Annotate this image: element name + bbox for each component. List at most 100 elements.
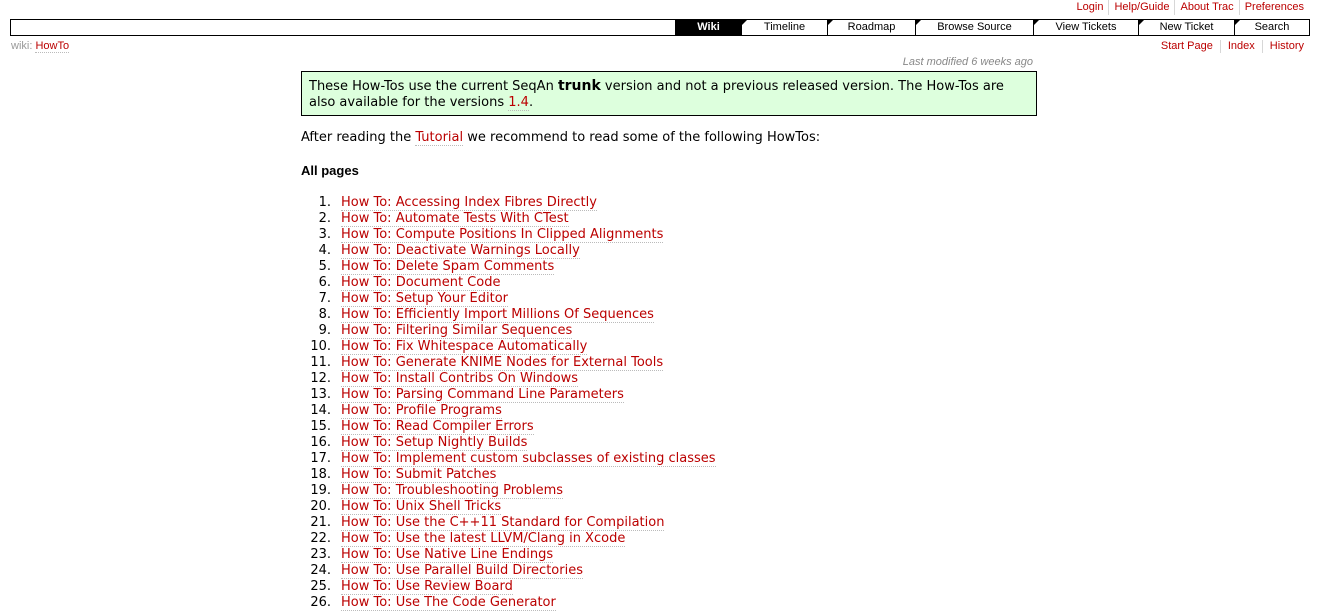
list-item-number: 11. xyxy=(310,355,331,370)
howto-link[interactable]: How To: Implement custom subclasses of e… xyxy=(341,451,716,467)
about-trac-link[interactable]: About Trac xyxy=(1174,0,1238,15)
list-item: 11. How To: Generate KNIME Nodes for Exte… xyxy=(301,355,716,371)
howto-link[interactable]: How To: Setup Your Editor xyxy=(341,291,509,307)
list-item-number: 8. xyxy=(318,307,331,322)
howto-link[interactable]: How To: Deactivate Warnings Locally xyxy=(341,243,580,259)
list-item-number: 23. xyxy=(310,547,331,562)
howto-link[interactable]: How To: Automate Tests With CTest xyxy=(341,211,569,227)
tab-roadmap[interactable]: Roadmap xyxy=(827,20,915,35)
list-item: 22. How To: Use the latest LLVM/Clang in … xyxy=(301,531,716,547)
list-item-number: 10. xyxy=(310,339,331,354)
main-navigation: Wiki Timeline Roadmap Browse Source View Tic… xyxy=(10,19,1310,36)
list-item-number: 24. xyxy=(310,563,331,578)
list-item-number: 4. xyxy=(318,243,331,258)
howto-link[interactable]: How To: Fix Whitespace Automatically xyxy=(341,339,588,355)
howto-link[interactable]: How To: Troubleshooting Problems xyxy=(341,483,564,499)
list-item-number: 21. xyxy=(310,515,331,530)
list-item-number: 20. xyxy=(310,499,331,514)
list-item: 23. How To: Use Native Line Endings xyxy=(301,547,716,563)
list-item-number: 25. xyxy=(310,579,331,594)
list-item: 13. How To: Parsing Command Line Paramete… xyxy=(301,387,716,403)
list-item: 6. How To: Document Code xyxy=(301,275,716,291)
list-item: 4. How To: Deactivate Warnings Locally xyxy=(301,243,716,259)
tab-wiki[interactable]: Wiki xyxy=(675,20,741,35)
list-item-number: 13. xyxy=(310,387,331,402)
howto-link[interactable]: How To: Profile Programs xyxy=(341,403,502,419)
index-link[interactable]: Index xyxy=(1219,40,1262,53)
breadcrumb-page-link[interactable]: HowTo xyxy=(35,40,70,53)
list-item-number: 19. xyxy=(310,483,331,498)
list-item-number: 18. xyxy=(310,467,331,482)
howto-link[interactable]: How To: Use the C++11 Standard for Compi… xyxy=(341,515,665,531)
list-item-number: 7. xyxy=(318,291,331,306)
tab-new-ticket[interactable]: New Ticket xyxy=(1138,20,1234,35)
list-item: 21. How To: Use the C++11 Standard for Co… xyxy=(301,515,716,531)
list-item: 7. How To: Setup Your Editor xyxy=(301,291,716,307)
start-page-link[interactable]: Start Page xyxy=(1154,40,1220,53)
list-item: 15. How To: Read Compiler Errors xyxy=(301,419,716,435)
version-notice: These How-Tos use the current SeqAn trun… xyxy=(301,71,1037,116)
howto-link[interactable]: How To: Unix Shell Tricks xyxy=(341,499,502,515)
list-item: 17. How To: Implement custom subclasses o… xyxy=(301,451,716,467)
howto-link[interactable]: How To: Use Native Line Endings xyxy=(341,547,554,563)
list-item-number: 17. xyxy=(310,451,331,466)
list-item: 3. How To: Compute Positions In Clipped A… xyxy=(301,227,716,243)
all-pages-heading: All pages xyxy=(301,163,359,178)
list-item: 2. How To: Automate Tests With CTest xyxy=(301,211,716,227)
list-item-number: 9. xyxy=(318,323,331,338)
tutorial-link[interactable]: Tutorial xyxy=(415,130,464,146)
howto-link[interactable]: How To: Delete Spam Comments xyxy=(341,259,555,275)
howto-link[interactable]: How To: Setup Nightly Builds xyxy=(341,435,528,451)
notice-text-3: . xyxy=(528,95,534,110)
howto-link[interactable]: How To: Use Review Board xyxy=(341,579,513,595)
howto-link[interactable]: How To: Document Code xyxy=(341,275,501,291)
howto-link[interactable]: How To: Parsing Command Line Parameters xyxy=(341,387,624,403)
list-item: 19. How To: Troubleshooting Problems xyxy=(301,483,716,499)
tab-browse-source[interactable]: Browse Source xyxy=(915,20,1033,35)
list-item: 26. How To: Use The Code Generator xyxy=(301,595,716,611)
breadcrumb-prefix: wiki: xyxy=(11,40,33,52)
howto-link[interactable]: How To: Filtering Similar Sequences xyxy=(341,323,573,339)
login-link[interactable]: Login xyxy=(1072,0,1109,15)
tab-search[interactable]: Search xyxy=(1234,20,1309,35)
list-item: 24. How To: Use Parallel Build Directorie… xyxy=(301,563,716,579)
breadcrumb: wiki: HowTo xyxy=(11,40,70,53)
howto-link[interactable]: How To: Compute Positions In Clipped Ali… xyxy=(341,227,664,243)
history-link[interactable]: History xyxy=(1261,40,1304,53)
list-item-number: 15. xyxy=(310,419,331,434)
tab-timeline[interactable]: Timeline xyxy=(741,20,827,35)
list-item: 12. How To: Install Contribs On Windows xyxy=(301,371,716,387)
tab-view-tickets[interactable]: View Tickets xyxy=(1033,20,1138,35)
list-item: 16. How To: Setup Nightly Builds xyxy=(301,435,716,451)
howto-link[interactable]: How To: Accessing Index Fibres Directly xyxy=(341,195,597,211)
howto-link[interactable]: How To: Read Compiler Errors xyxy=(341,419,534,435)
list-item-number: 22. xyxy=(310,531,331,546)
notice-trunk: trunk xyxy=(557,78,601,94)
notice-text-1: These How-Tos use the current SeqAn xyxy=(309,79,558,94)
list-item: 18. How To: Submit Patches xyxy=(301,467,716,483)
preferences-link[interactable]: Preferences xyxy=(1238,0,1304,15)
context-navigation: Start Page Index History xyxy=(1154,40,1304,53)
howto-link[interactable]: How To: Generate KNIME Nodes for Externa… xyxy=(341,355,664,371)
list-item-number: 1. xyxy=(318,195,331,210)
list-item: 25. How To: Use Review Board xyxy=(301,579,716,595)
howto-link[interactable]: How To: Efficiently Import Millions Of S… xyxy=(341,307,654,323)
howto-link[interactable]: How To: Use The Code Generator xyxy=(341,595,556,611)
list-item-number: 16. xyxy=(310,435,331,450)
version-1-4-link[interactable]: 1.4 xyxy=(508,95,529,111)
last-modified: Last modified 6 weeks ago xyxy=(902,56,1033,68)
list-item: 8. How To: Efficiently Import Millions Of… xyxy=(301,307,716,323)
list-item-number: 2. xyxy=(318,211,331,226)
help-guide-link[interactable]: Help/Guide xyxy=(1108,0,1174,15)
list-item-number: 12. xyxy=(310,371,331,386)
list-item-number: 3. xyxy=(318,227,331,242)
howto-link[interactable]: How To: Use Parallel Build Directories xyxy=(341,563,583,579)
howto-link[interactable]: How To: Use the latest LLVM/Clang in Xco… xyxy=(341,531,626,547)
list-item: 1. How To: Accessing Index Fibres Directl… xyxy=(301,195,716,211)
intro-text-1: After reading the xyxy=(301,130,416,145)
howto-link[interactable]: How To: Submit Patches xyxy=(341,467,497,483)
list-item: 5. How To: Delete Spam Comments xyxy=(301,259,716,275)
list-item-number: 5. xyxy=(318,259,331,274)
howto-link[interactable]: How To: Install Contribs On Windows xyxy=(341,371,579,387)
list-item: 20. How To: Unix Shell Tricks xyxy=(301,499,716,515)
